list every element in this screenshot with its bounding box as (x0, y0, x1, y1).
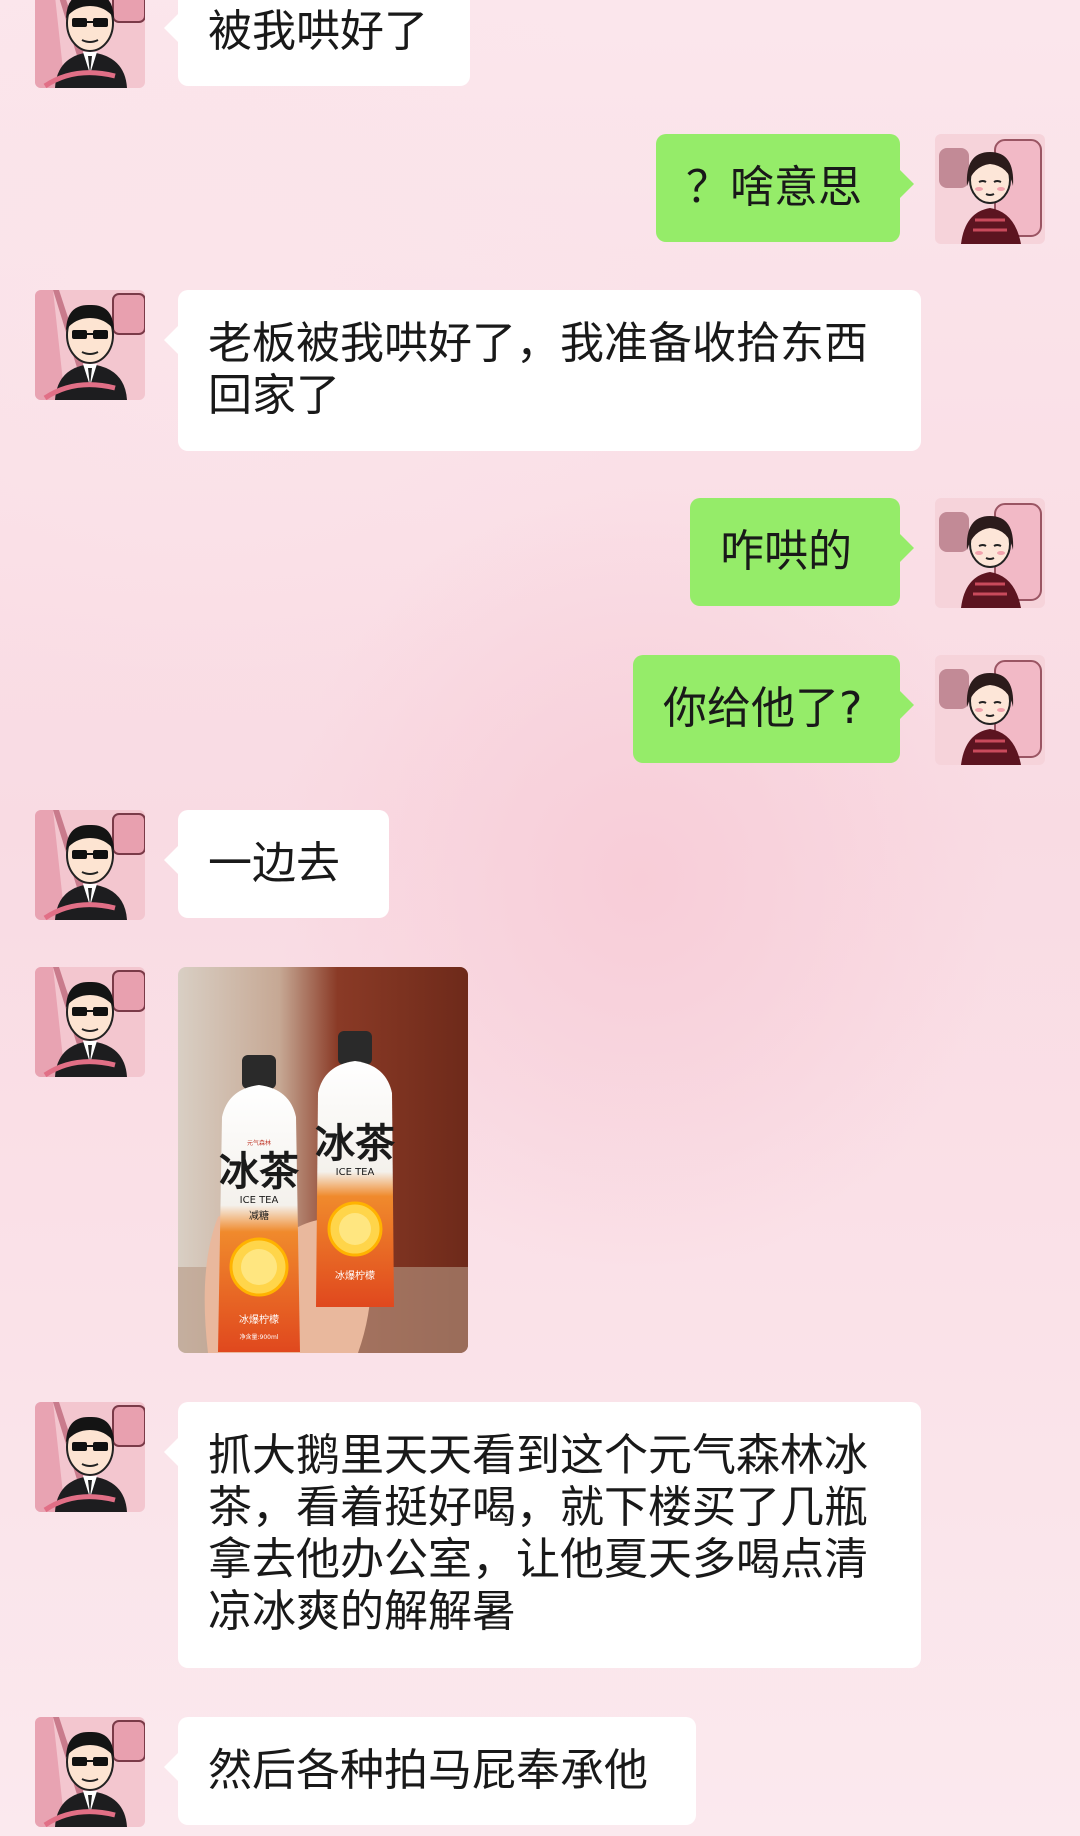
photo-text-product-en: ICE TEA (240, 1195, 279, 1206)
photo-text-flavor: 冰爆柠檬 (239, 1313, 279, 1326)
message-text: 咋哄的 (720, 526, 852, 577)
message-text: 一边去 (208, 838, 340, 889)
avatar-man-sunglasses-icon (35, 810, 145, 920)
message-bubble[interactable]: 你给他了? (633, 655, 914, 763)
message-text: 然后各种拍马屁奉承他 (208, 1745, 648, 1796)
avatar-male[interactable] (35, 810, 145, 920)
avatar-girl-icon (935, 498, 1045, 608)
photo-text-volume: 净含量:900ml (240, 1333, 279, 1341)
message-text: 抓大鹅里天天看到这个元气森林冰茶，看着挺好喝，就下楼买了几瓶拿去他办公室，让他夏… (208, 1430, 868, 1637)
message-bubble[interactable]: 咋哄的 (690, 498, 914, 606)
message-bubble[interactable]: 抓大鹅里天天看到这个元气森林冰茶，看着挺好喝，就下楼买了几瓶拿去他办公室，让他夏… (164, 1402, 921, 1668)
message-bubble[interactable]: 被我哄好了 (164, 0, 470, 86)
avatar-man-sunglasses-icon (35, 967, 145, 1077)
message-bubble[interactable]: 老板被我哄好了，我准备收拾东西回家了 (164, 290, 921, 451)
photo-text-brand: 元气森林 (247, 1139, 271, 1147)
message-text: 被我哄好了 (208, 6, 428, 57)
message-bubble[interactable]: ？啥意思 (656, 134, 914, 242)
avatar-girl-icon (935, 134, 1045, 244)
avatar-male[interactable] (35, 0, 145, 88)
avatar-female[interactable] (935, 134, 1045, 244)
avatar-girl-icon (935, 655, 1045, 765)
message-text: 老板被我哄好了，我准备收拾东西回家了 (208, 318, 868, 421)
avatar-female[interactable] (935, 498, 1045, 608)
avatar-man-sunglasses-icon (35, 1717, 145, 1827)
avatar-male[interactable] (35, 967, 145, 1077)
photo-text-variant: 减糖 (249, 1209, 269, 1222)
avatar-male[interactable] (35, 1402, 145, 1512)
avatar-male[interactable] (35, 1717, 145, 1827)
message-bubble[interactable]: 然后各种拍马屁奉承他 (164, 1717, 696, 1825)
message-text: 你给他了? (663, 683, 863, 734)
image-message[interactable]: 元气森林 冰茶 ICE TEA 减糖 冰爆柠檬 净含量:900ml 冰茶 ICE… (178, 967, 468, 1353)
avatar-female[interactable] (935, 655, 1045, 765)
photo-text-product-en-2: ICE TEA (336, 1167, 375, 1178)
message-text: ？啥意思 (686, 162, 862, 213)
photo-text-flavor-2: 冰爆柠檬 (335, 1269, 375, 1282)
avatar-male[interactable] (35, 290, 145, 400)
photo-text-product: 冰茶 (219, 1149, 300, 1195)
ice-tea-bottles-photo: 元气森林 冰茶 ICE TEA 减糖 冰爆柠檬 净含量:900ml 冰茶 ICE… (178, 967, 468, 1353)
avatar-man-sunglasses-icon (35, 0, 145, 88)
message-bubble[interactable]: 一边去 (164, 810, 389, 918)
photo-text-product-2: 冰茶 (315, 1121, 396, 1167)
avatar-man-sunglasses-icon (35, 290, 145, 400)
avatar-man-sunglasses-icon (35, 1402, 145, 1512)
